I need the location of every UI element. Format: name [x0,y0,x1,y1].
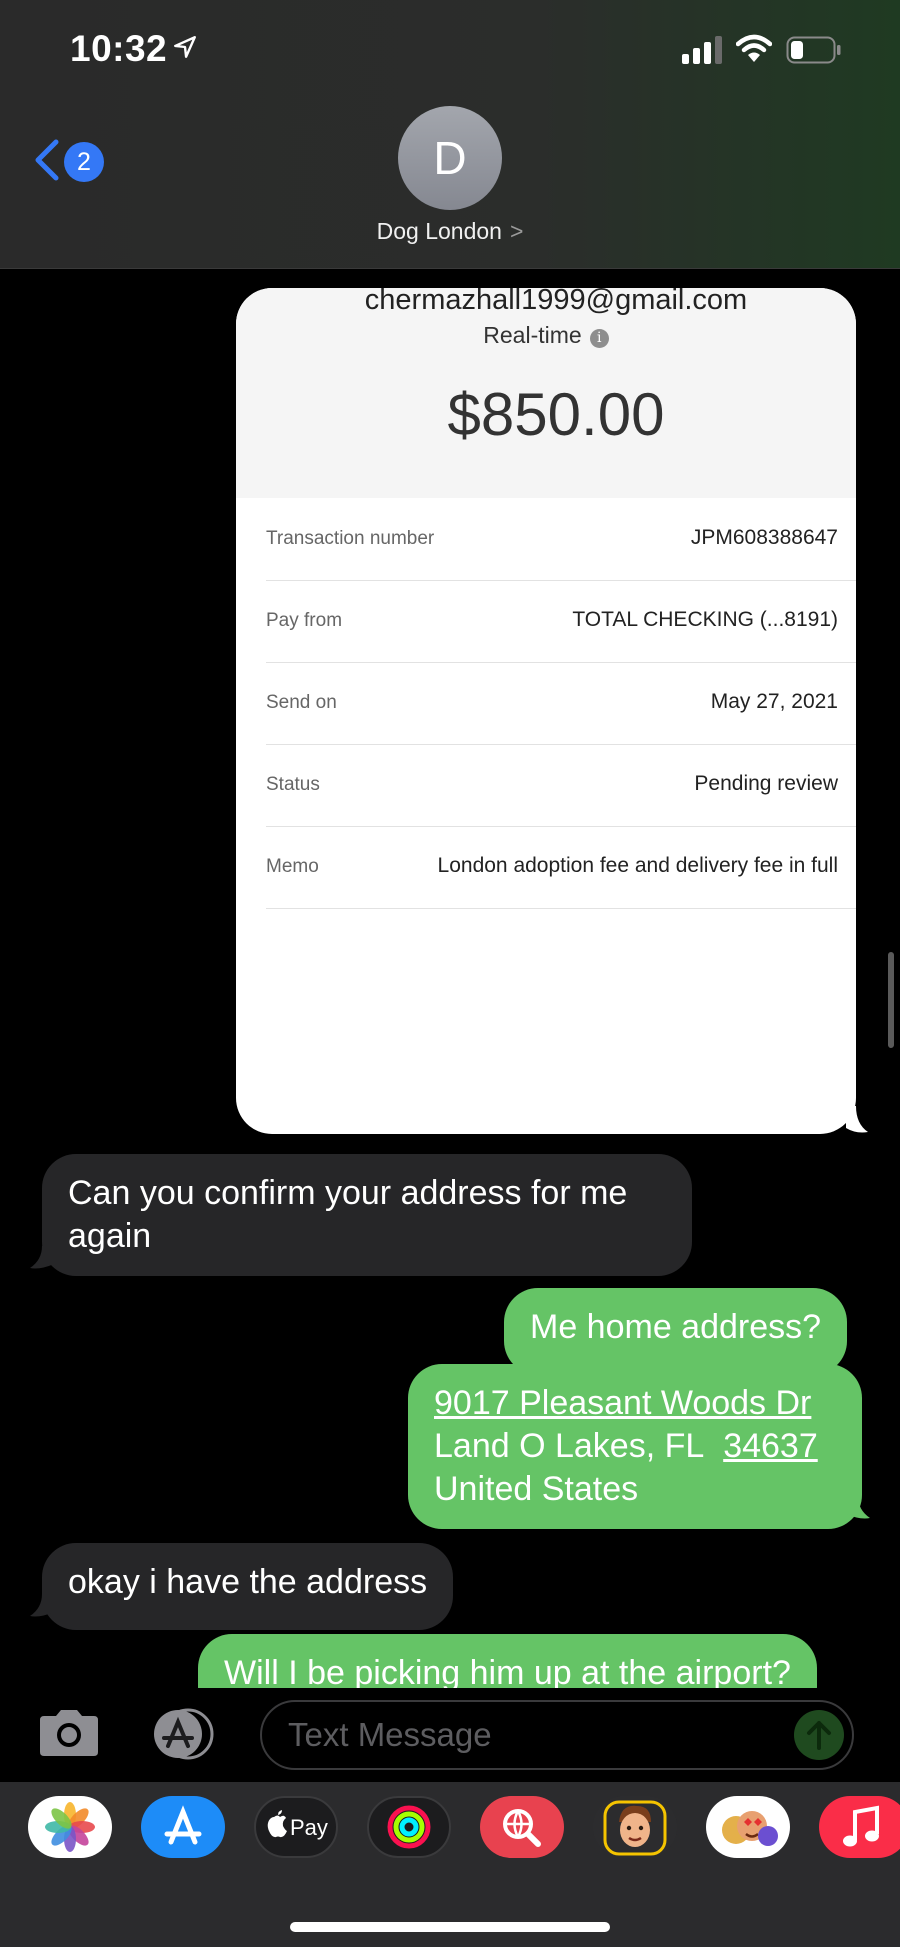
memoji-stickers-app-button[interactable] [706,1796,790,1858]
unread-count-badge: 2 [64,142,104,182]
receipt-row-label: Transaction number [266,528,435,549]
address-link[interactable]: 9017 Pleasant Woods Dr [434,1384,811,1422]
payment-type: Real-time i [236,322,856,349]
message-placeholder: Text Message [288,1716,492,1753]
message-bubble-outgoing[interactable]: Me home address? [504,1288,848,1375]
receipt-row-transaction-number: Transaction number JPM608388647 [266,498,856,581]
web-images-app-button[interactable] [480,1796,564,1858]
receipt-header: chermazhall1999@gmail.com Real-time i $85… [236,288,856,498]
music-app-button[interactable] [819,1796,900,1858]
receipt-row-value: Pending review [694,772,838,795]
memoji-app-button[interactable] [593,1796,677,1858]
message-bubble-incoming[interactable]: Can you confirm your address for me agai… [42,1154,692,1276]
bubble-tail [30,1246,54,1269]
receipt-row-pay-from: Pay from TOTAL CHECKING (...8191) [266,580,856,663]
app-store-apps-icon[interactable] [148,1708,224,1760]
apple-pay-icon: Pay [267,1810,328,1840]
cellular-signal-icon [682,36,722,64]
photos-icon [45,1802,95,1852]
status-time: 10:32 [70,28,168,69]
payment-receipt-image[interactable]: chermazhall1999@gmail.com Real-time i $85… [236,288,856,1134]
photos-app-button[interactable] [28,1796,112,1858]
app-store-app-button[interactable] [141,1796,225,1858]
contact-name: Dog London [376,218,502,244]
memoji-stickers-icon [722,1811,778,1846]
receipt-row-value: TOTAL CHECKING (...8191) [572,608,838,631]
message-text-field[interactable]: Text Message [260,1700,854,1770]
contact-avatar[interactable]: D [398,106,502,210]
recipient-email: chermazhall1999@gmail.com [364,288,748,316]
send-button[interactable] [794,1710,844,1760]
message-bubble-incoming[interactable]: okay i have the address [42,1543,454,1630]
apple-pay-app-button[interactable]: Pay [254,1796,338,1858]
camera-icon[interactable] [36,1708,102,1758]
app-store-icon [164,1805,202,1845]
info-icon: i [589,329,609,348]
music-note-icon [843,1805,879,1847]
arrow-up-icon [807,1721,831,1750]
receipt-row-label: Memo [266,856,319,877]
payment-amount: $850.00 [447,381,665,448]
bubble-tail [846,1106,868,1133]
memoji-icon [603,1800,667,1856]
receipt-row-value: JPM608388647 [690,526,838,549]
payment-type-label: Real-time [483,322,582,348]
location-arrow-icon [174,36,196,58]
activity-app-button[interactable] [367,1796,451,1858]
back-button[interactable]: 2 [32,136,104,184]
home-indicator[interactable] [290,1922,610,1932]
battery-icon [786,36,841,64]
bubble-tail [30,1594,54,1617]
bubble-tail [846,1496,870,1519]
receipt-row-memo: Memo London adoption fee and delivery fe… [266,826,856,909]
receipt-row-send-on: Send on May 27, 2021 [266,662,856,745]
chevron-right-icon: > [509,218,524,244]
receipt-row-label: Send on [266,692,337,713]
chevron-left-icon [35,139,59,181]
svg-text:Pay: Pay [290,1815,328,1840]
receipt-row-status: Status Pending review [266,744,856,827]
wifi-icon [736,34,772,62]
activity-rings-icon [387,1805,431,1849]
message-composer: Text Message [0,1688,900,1780]
receipt-row-value: London adoption fee and delivery fee in … [437,854,838,877]
imessage-app-drawer: Pay [0,1782,900,1947]
receipt-row-value: May 27, 2021 [710,690,838,713]
receipt-row-label: Pay from [266,610,343,631]
address-city: Land O Lakes, FL [434,1427,705,1465]
message-bubble-outgoing-address[interactable]: 9017 Pleasant Woods Dr Land O Lakes, FL … [408,1364,862,1529]
zip-code-link[interactable]: 34637 [723,1427,818,1465]
globe-search-icon [503,1809,541,1847]
address-country: United States [434,1470,639,1508]
conversation-header: 10:32 2 D Dog London > [0,0,900,269]
scroll-indicator[interactable] [888,952,894,1048]
receipt-row-label: Status [266,774,320,795]
contact-name-button[interactable]: Dog London > [0,218,900,245]
